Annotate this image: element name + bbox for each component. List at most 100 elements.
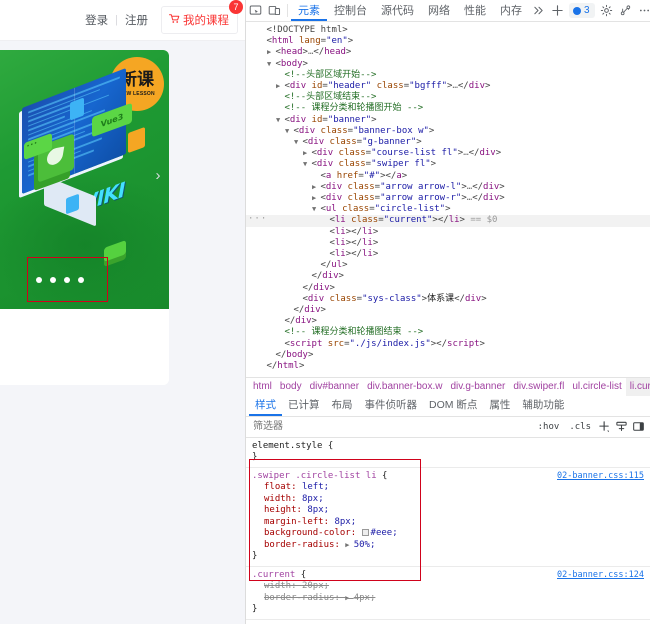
dom-node[interactable]: </div> bbox=[246, 271, 650, 282]
dom-node[interactable]: <!--头部区域结束--> bbox=[246, 92, 650, 103]
inspect-element-icon[interactable] bbox=[246, 0, 265, 21]
hov-toggle-button[interactable]: :hov bbox=[533, 422, 565, 432]
dom-node[interactable]: ▼ <div class="g-banner"> bbox=[246, 137, 650, 148]
css-property-value[interactable]: 20px; bbox=[302, 581, 329, 591]
dom-node[interactable]: <html lang="en"> bbox=[246, 36, 650, 47]
dom-node[interactable]: <li></li> bbox=[246, 249, 650, 260]
css-source-link[interactable]: 02-banner.css:115 bbox=[557, 471, 644, 483]
banner-dot[interactable] bbox=[78, 277, 84, 283]
issues-badge[interactable]: 3 bbox=[569, 3, 595, 18]
css-declaration[interactable]: border-radius: ▶ 50%; bbox=[252, 540, 644, 552]
css-property-value[interactable]: 4px; bbox=[354, 593, 376, 603]
element-style-rule[interactable]: element.style {} bbox=[246, 438, 650, 468]
css-property-name[interactable]: border-radius: bbox=[264, 593, 345, 603]
banner-dot-current[interactable] bbox=[36, 277, 42, 283]
ellipsis-icon[interactable] bbox=[635, 0, 650, 21]
dom-node[interactable]: <li></li> bbox=[246, 227, 650, 238]
css-property-name[interactable]: float: bbox=[264, 482, 302, 492]
dom-node[interactable]: ▶ <div class="arrow arrow-l">…</div> bbox=[246, 182, 650, 193]
register-link[interactable]: 注册 bbox=[118, 12, 155, 28]
dom-node[interactable]: <!--头部区域开始--> bbox=[246, 70, 650, 81]
tab-elements[interactable]: 元素 bbox=[291, 0, 327, 21]
dom-node[interactable]: <a href="#"></a> bbox=[246, 171, 650, 182]
css-declaration[interactable]: width: 8px; bbox=[252, 494, 644, 506]
breadcrumb-item[interactable]: body bbox=[276, 378, 306, 396]
cls-toggle-button[interactable]: .cls bbox=[564, 422, 596, 432]
breadcrumb-item[interactable]: html bbox=[249, 378, 276, 396]
dom-node[interactable]: ▶ <div class="arrow arrow-r">…</div> bbox=[246, 193, 650, 204]
css-property-value[interactable]: 8px; bbox=[302, 494, 324, 504]
chevron-right-icon[interactable]: ▶ bbox=[345, 594, 353, 602]
banner-arrow-right[interactable]: › bbox=[147, 164, 169, 186]
breadcrumb-item[interactable]: div.g-banner bbox=[447, 378, 510, 396]
css-selector[interactable]: element.style bbox=[252, 441, 328, 451]
device-toolbar-icon[interactable] bbox=[265, 0, 284, 21]
styles-tab[interactable]: DOM 断点 bbox=[423, 396, 483, 416]
dom-node[interactable]: ▶ <div class="course-list fl">…</div> bbox=[246, 148, 650, 159]
styles-tab[interactable]: 属性 bbox=[483, 396, 516, 416]
css-declaration[interactable]: background-color: #eee; bbox=[252, 528, 644, 540]
dom-node[interactable]: </html> bbox=[246, 361, 650, 372]
css-property-value[interactable]: #eee; bbox=[371, 528, 398, 538]
css-selector[interactable]: .current bbox=[252, 570, 301, 580]
styles-tab[interactable]: 样式 bbox=[249, 396, 282, 416]
css-declaration[interactable]: width: 20px; bbox=[252, 581, 644, 593]
my-courses-button[interactable]: 我的课程 7 bbox=[161, 0, 243, 34]
css-property-value[interactable]: 8px; bbox=[334, 517, 356, 527]
dom-node[interactable]: <script src="./js/index.js"></script> bbox=[246, 339, 650, 350]
styles-filter-input[interactable] bbox=[249, 420, 533, 434]
devtools-branch-icon[interactable] bbox=[616, 0, 635, 21]
dom-node-selected[interactable]: <li class="current"></li> == $0 bbox=[246, 214, 650, 227]
dom-node[interactable]: </div> bbox=[246, 316, 650, 327]
css-selector[interactable]: .swiper .circle-list li bbox=[252, 471, 382, 481]
dom-node[interactable]: ▼ <div id="banner"> bbox=[246, 115, 650, 126]
toggle-sidebar-icon[interactable] bbox=[630, 420, 647, 433]
dom-node[interactable]: </div> bbox=[246, 305, 650, 316]
css-rule[interactable]: 02-banner.css:115 .swiper .circle-list li… bbox=[246, 468, 650, 567]
css-property-name[interactable]: width: bbox=[264, 494, 302, 504]
color-swatch-icon[interactable] bbox=[361, 529, 369, 537]
plus-icon[interactable] bbox=[548, 0, 567, 21]
tab-sources[interactable]: 源代码 bbox=[374, 0, 421, 21]
css-rule[interactable]: 02-banner.css:124 .current {width: 20px; b… bbox=[246, 567, 650, 620]
styles-tab[interactable]: 辅助功能 bbox=[516, 396, 570, 416]
css-property-name[interactable]: border-radius: bbox=[264, 540, 345, 550]
css-declaration[interactable]: float: left; bbox=[252, 482, 644, 494]
tab-network[interactable]: 网络 bbox=[421, 0, 457, 21]
breadcrumb-item[interactable]: div.swiper.fl bbox=[509, 378, 568, 396]
tab-memory[interactable]: 内存 bbox=[493, 0, 529, 21]
styles-sidebar-tabs[interactable]: 样式 已计算 布局 事件侦听器 DOM 断点 属性 辅助功能 bbox=[246, 395, 650, 417]
styles-tab[interactable]: 布局 bbox=[326, 396, 359, 416]
tab-console[interactable]: 控制台 bbox=[327, 0, 374, 21]
dom-node[interactable]: <div class="sys-class">体系课</div> bbox=[246, 294, 650, 305]
styles-pane[interactable]: element.style {} 02-banner.css:115 .swiper… bbox=[246, 437, 650, 624]
gear-icon[interactable] bbox=[597, 0, 616, 21]
css-property-value[interactable]: 50%; bbox=[354, 540, 376, 550]
dom-node[interactable]: ▼ <body> bbox=[246, 59, 650, 70]
css-declaration[interactable]: height: 8px; bbox=[252, 505, 644, 517]
breadcrumb[interactable]: html body div#banner div.banner-box.w div.g-… bbox=[246, 376, 650, 396]
dom-node[interactable]: ▼ <div class="banner-box w"> bbox=[246, 126, 650, 137]
css-declaration[interactable]: border-radius: ▶ 4px; bbox=[252, 593, 644, 605]
dom-node[interactable]: ▼ <ul class="circle-list"> bbox=[246, 204, 650, 215]
dom-tree[interactable]: <!DOCTYPE html> <html lang="en"> ▶ <head>… bbox=[246, 22, 650, 377]
css-property-name[interactable]: height: bbox=[264, 505, 307, 515]
css-property-name[interactable]: margin-left: bbox=[264, 517, 334, 527]
css-property-value[interactable]: left; bbox=[302, 482, 329, 492]
css-property-name[interactable]: width: bbox=[264, 581, 302, 591]
css-source-link[interactable]: 02-banner.css:124 bbox=[557, 570, 644, 582]
css-property-name[interactable]: background-color: bbox=[264, 528, 362, 538]
dom-node[interactable]: <!-- 课程分类和轮播图结束 --> bbox=[246, 327, 650, 338]
banner-slide-image[interactable]: 新课 NEW LESSON WIKI • • • Vue3 › bbox=[0, 50, 169, 309]
dom-node[interactable]: </ul> bbox=[246, 260, 650, 271]
dom-node[interactable]: ▼ <div class="swiper fl"> bbox=[246, 159, 650, 170]
chevron-double-right-icon[interactable] bbox=[529, 0, 548, 21]
computed-styles-icon[interactable] bbox=[613, 420, 630, 433]
dom-node[interactable]: ▶ <div id="header" class="bgfff">…</div> bbox=[246, 81, 650, 92]
breadcrumb-item[interactable]: li.current bbox=[625, 377, 650, 396]
styles-tab[interactable]: 事件侦听器 bbox=[359, 396, 424, 416]
styles-tab[interactable]: 已计算 bbox=[282, 396, 326, 416]
login-link[interactable]: 登录 bbox=[78, 12, 115, 28]
dom-node[interactable]: <!DOCTYPE html> bbox=[246, 25, 650, 36]
breadcrumb-item[interactable]: div#banner bbox=[306, 378, 363, 396]
